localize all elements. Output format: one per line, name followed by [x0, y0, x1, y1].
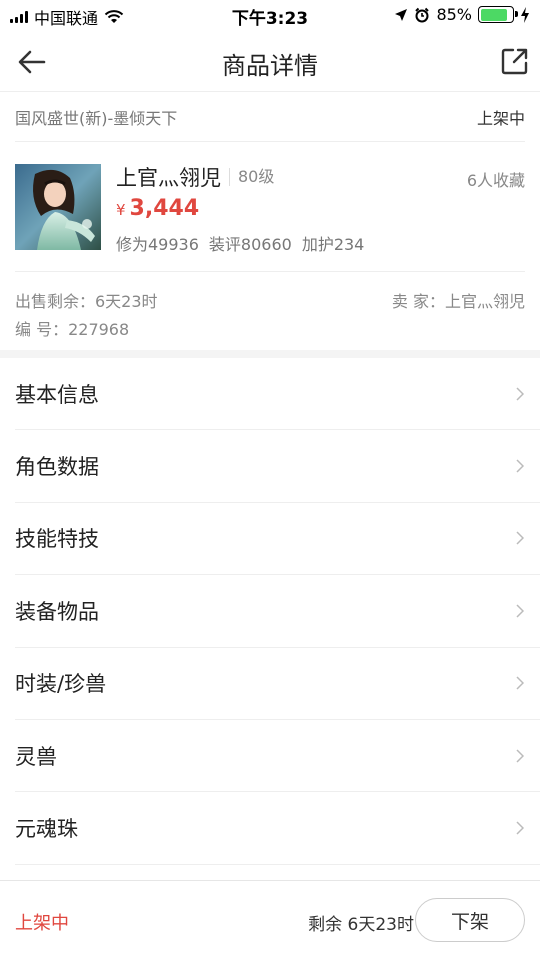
chevron-right-icon — [516, 821, 524, 835]
product-name-row: 上官灬翎児 80级 — [116, 162, 274, 192]
menu-item-label: 角色数据 — [15, 455, 99, 480]
stat-protection: 加护234 — [301, 235, 365, 254]
chevron-right-icon — [516, 531, 524, 545]
menu-item-label: 元魂珠 — [15, 817, 78, 842]
favorite-count[interactable]: 6人收藏 — [467, 167, 525, 191]
bottom-bar: 上架中 剩余 6天23时 下架 — [0, 880, 540, 960]
currency-symbol: ¥ — [116, 201, 126, 219]
delist-button[interactable]: 下架 — [415, 898, 525, 942]
section-divider — [0, 350, 540, 358]
character-level: 80级 — [229, 168, 274, 186]
serial-number: 编 号：227968 — [15, 320, 130, 339]
price: ¥ 3,444 — [116, 196, 199, 221]
charging-icon — [521, 6, 529, 23]
chevron-right-icon — [516, 749, 524, 763]
menu-item-soul-pearl[interactable]: 元魂珠 — [15, 792, 540, 865]
chevron-right-icon — [516, 459, 524, 473]
listing-status: 上架中 — [476, 108, 525, 128]
menu-item-character-data[interactable]: 角色数据 — [15, 430, 540, 503]
server-row: 国风盛世(新)-墨倾天下 上架中 — [15, 92, 525, 142]
remaining-time: 剩余 6天23时 — [308, 915, 414, 935]
chevron-right-icon — [516, 676, 524, 690]
stat-cultivation: 修为49936 — [116, 235, 199, 254]
share-icon[interactable] — [500, 46, 530, 76]
detail-menu: 基本信息 角色数据 技能特技 装备物品 时装/珍兽 灵兽 元魂珠 — [15, 358, 540, 865]
character-stats: 修为49936 装评80660 加护234 — [116, 231, 364, 255]
menu-item-label: 技能特技 — [15, 527, 99, 552]
sale-remaining: 出售剩余：6天23时 — [15, 292, 158, 311]
status-bar: 中国联通 下午3:23 85% — [0, 0, 540, 30]
menu-item-fashion-pets[interactable]: 时装/珍兽 — [15, 648, 540, 720]
bottom-listing-status: 上架中 — [15, 913, 69, 934]
menu-item-basic-info[interactable]: 基本信息 — [15, 358, 540, 431]
battery-percent: 85% — [436, 5, 472, 24]
menu-item-label: 基本信息 — [15, 382, 99, 407]
battery-icon — [478, 6, 518, 23]
price-value: 3,444 — [129, 196, 200, 221]
alarm-icon — [415, 7, 430, 22]
menu-item-equipment[interactable]: 装备物品 — [15, 575, 540, 648]
location-icon — [395, 8, 408, 21]
seller-info: 卖 家：上官灬翎児 — [391, 292, 525, 311]
page-title: 商品详情 — [222, 52, 318, 80]
menu-item-skills[interactable]: 技能特技 — [15, 503, 540, 576]
menu-item-label: 装备物品 — [15, 599, 99, 624]
menu-item-label: 时装/珍兽 — [15, 672, 107, 697]
stat-equip-score: 装评80660 — [208, 235, 292, 254]
menu-item-label: 灵兽 — [15, 744, 57, 769]
menu-item-spirit-beast[interactable]: 灵兽 — [15, 720, 540, 793]
chevron-right-icon — [516, 387, 524, 401]
character-avatar[interactable] — [15, 164, 101, 250]
sale-meta: 出售剩余：6天23时 卖 家：上官灬翎児 编 号：227968 — [15, 272, 525, 350]
product-card: 上官灬翎児 80级 6人收藏 ¥ 3,444 修为49936 装评80660 加… — [15, 142, 525, 272]
character-name: 上官灬翎児 — [116, 166, 221, 190]
nav-bar: 商品详情 — [0, 30, 540, 92]
status-right: 85% — [394, 5, 530, 24]
chevron-right-icon — [516, 604, 524, 618]
server-name: 国风盛世(新)-墨倾天下 — [15, 108, 178, 128]
